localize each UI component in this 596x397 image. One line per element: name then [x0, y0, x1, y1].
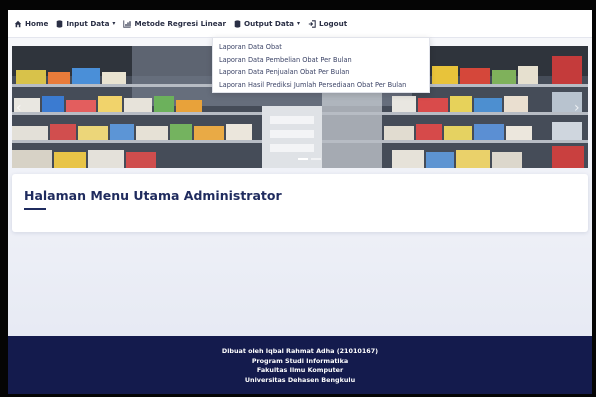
footer-author: Dibuat oleh Iqbal Rahmat Adha (21010167) — [221, 347, 379, 355]
dropdown-item-laporan-prediksi[interactable]: Laporan Hasil Prediksi Jumlah Persediaan… — [213, 79, 429, 92]
title-underline — [24, 208, 46, 210]
database-icon — [234, 19, 241, 28]
carousel-prev-button[interactable]: ‹ — [16, 100, 22, 116]
nav-input-data[interactable]: Input Data ▾ — [56, 19, 115, 28]
nav-input-label: Input Data — [66, 19, 110, 28]
footer-university: Universitas Dehasen Bengkulu — [244, 375, 356, 384]
nav-logout-label: Logout — [319, 19, 348, 28]
nav-output-label: Output Data — [244, 19, 294, 28]
home-icon — [14, 20, 22, 27]
carousel-indicator[interactable] — [298, 158, 308, 160]
nav-home[interactable]: Home — [14, 19, 48, 28]
footer-program: Program Studi Informatika — [251, 356, 349, 365]
logout-icon — [308, 19, 316, 28]
nav-output-data[interactable]: Output Data ▾ — [234, 19, 300, 28]
top-navbar: Home Input Data ▾ Metode Regresi Linear … — [8, 10, 592, 38]
nav-metode-label: Metode Regresi Linear — [134, 19, 227, 28]
dropdown-item-laporan-obat[interactable]: Laporan Data Obat — [213, 41, 429, 54]
nav-logout[interactable]: Logout — [308, 19, 347, 28]
output-data-dropdown: Laporan Data Obat Laporan Data Pembelian… — [212, 37, 430, 93]
footer-faculty: Fakultas Ilmu Komputer — [256, 366, 344, 374]
page-title-card: Halaman Menu Utama Administrator — [12, 174, 588, 232]
app-window: Home Input Data ▾ Metode Regresi Linear … — [8, 10, 592, 394]
dropdown-item-laporan-pembelian[interactable]: Laporan Data Pembelian Obat Per Bulan — [213, 54, 429, 67]
chevron-down-icon: ▾ — [296, 20, 300, 27]
carousel-indicators — [298, 158, 324, 160]
carousel-next-button[interactable]: › — [574, 100, 580, 116]
database-icon — [57, 19, 63, 28]
carousel-indicator[interactable] — [311, 158, 321, 160]
nav-metode[interactable]: Metode Regresi Linear — [123, 19, 226, 28]
dropdown-item-laporan-penjualan[interactable]: Laporan Data Penjualan Obat Per Bulan — [213, 66, 429, 79]
page-title: Halaman Menu Utama Administrator — [24, 188, 282, 203]
footer: Dibuat oleh Iqbal Rahmat Adha (21010167)… — [8, 336, 592, 394]
nav-home-label: Home — [25, 19, 49, 28]
chart-icon — [123, 19, 132, 28]
chevron-down-icon: ▾ — [112, 20, 116, 27]
